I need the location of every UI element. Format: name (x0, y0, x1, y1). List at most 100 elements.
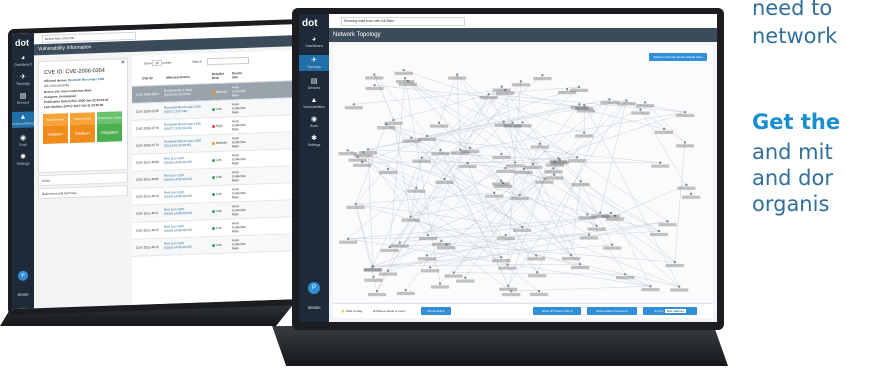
topology-node[interactable] (425, 254, 428, 257)
cve-id-cell[interactable]: CVE-2011-4611 (136, 211, 158, 216)
topology-node[interactable] (673, 260, 676, 264)
topology-node[interactable] (578, 103, 581, 106)
topology-node[interactable] (557, 157, 560, 160)
topology-node[interactable] (452, 271, 455, 274)
right-nav-settings[interactable]: ✱ Settings (299, 135, 329, 147)
topology-node[interactable] (538, 142, 541, 145)
topology-node[interactable] (521, 225, 524, 229)
topology-node[interactable] (415, 186, 418, 189)
topology-node[interactable] (352, 103, 355, 106)
topology-node[interactable] (552, 167, 555, 170)
topology-node[interactable] (373, 73, 376, 76)
topology-node[interactable] (643, 101, 647, 104)
device-cell[interactable]: Red Lion G09 (00:05:e4:0b:43:09) (164, 189, 210, 199)
topology-node[interactable] (386, 167, 390, 171)
topology-node[interactable] (649, 285, 652, 288)
topology-node[interactable] (685, 183, 688, 187)
topology-node[interactable] (521, 121, 524, 124)
left-nav-vulnerabilities[interactable]: ▲ Vulnerabilities (12, 111, 34, 129)
topology-node[interactable] (469, 146, 472, 150)
reset-graph-button[interactable]: Reset Graph (421, 307, 451, 315)
device-cell[interactable]: Rockwell MicroLogix 1400 (00:1d:9c:a6:e6… (164, 138, 210, 147)
device-cell[interactable]: Red Lion G09 (00:05:e4:0b:43:09) (164, 240, 210, 250)
topology-node[interactable] (514, 161, 517, 164)
topology-node[interactable] (577, 85, 581, 89)
topology-node[interactable] (553, 173, 556, 176)
left-nav-scan[interactable]: ◉ Scan (12, 134, 34, 147)
cve-id-cell[interactable]: CVE-2009-3770 (136, 126, 159, 131)
topology-node[interactable] (624, 273, 627, 276)
topology-node[interactable] (366, 148, 370, 151)
topology-node[interactable] (500, 152, 503, 156)
cve-id-cell[interactable]: CVE-2006-0354 (136, 92, 159, 97)
topology-graph[interactable] (333, 46, 713, 302)
topology-node[interactable] (522, 167, 525, 171)
cve-id-cell[interactable]: CVE-2011-4610 (136, 194, 159, 199)
topology-node[interactable] (502, 120, 505, 124)
left-nav-devices[interactable]: ▤ Devices (12, 92, 34, 105)
topology-node[interactable] (404, 77, 407, 80)
topology-node[interactable] (426, 234, 430, 237)
cvss-section[interactable]: CVSS (38, 172, 128, 187)
topology-node[interactable] (639, 108, 642, 111)
topology-node[interactable] (678, 285, 681, 288)
topology-node[interactable] (531, 162, 535, 166)
topology-node[interactable] (392, 118, 395, 122)
cve-id-cell[interactable]: CVE-2011-4612 (136, 228, 159, 233)
topology-node[interactable] (579, 180, 582, 183)
topology-node[interactable] (662, 127, 666, 131)
cve-id-cell[interactable]: CVE-2009-0735 (136, 109, 159, 114)
topology-node[interactable] (499, 179, 503, 182)
right-nav-vulnerabilities[interactable]: ▲ Vulnerabilities (299, 97, 329, 109)
topology-node[interactable] (354, 202, 357, 206)
topology-node[interactable] (537, 289, 541, 293)
cve-id-cell[interactable]: CVE-2009-3772 (136, 143, 159, 148)
right-nav-topology[interactable]: ✈ Topology (299, 55, 329, 71)
device-cell[interactable]: Rockwell MLX 1100 (00:1d:9c:a6:e6:fb) (164, 87, 210, 97)
topology-node[interactable] (609, 211, 613, 215)
topology-node[interactable] (666, 220, 669, 223)
topology-node[interactable] (440, 239, 443, 243)
topology-node[interactable] (536, 271, 539, 274)
topology-node[interactable] (428, 266, 432, 269)
topology-node[interactable] (657, 229, 661, 233)
right-nav-scan[interactable]: ◉ Scan (299, 116, 329, 128)
topology-node[interactable] (410, 136, 413, 139)
topology-node[interactable] (347, 237, 350, 241)
topology-node[interactable] (373, 83, 376, 87)
topology-node[interactable] (398, 241, 401, 244)
left-user-avatar[interactable]: P (18, 270, 28, 281)
topology-node[interactable] (569, 254, 573, 257)
right-site-selector[interactable]: Showing data from site: All Sites (341, 17, 465, 26)
topology-node[interactable] (510, 290, 513, 293)
cve-id-cell[interactable]: CVE-2011-4500 (136, 160, 159, 165)
left-nav-topology[interactable]: ✈ Topology (12, 73, 34, 86)
topology-node[interactable] (493, 191, 496, 195)
topology-node[interactable] (356, 155, 359, 158)
table-search-input[interactable] (207, 56, 249, 66)
topology-node[interactable] (362, 151, 365, 154)
topology-node[interactable] (425, 134, 429, 138)
cve-id-cell[interactable]: CVE-2011-4613 (136, 245, 159, 250)
topology-node[interactable] (595, 224, 598, 227)
purdue-view-button[interactable]: Switch to Purdue Device Model View (649, 53, 707, 61)
topology-node[interactable] (506, 263, 509, 266)
topology-node[interactable] (500, 256, 503, 259)
references-section[interactable]: References and Summary (38, 185, 128, 200)
topology-node[interactable] (519, 80, 522, 83)
topology-node[interactable] (611, 243, 614, 246)
right-nav-dashboard[interactable]: ◕ Dashboard (299, 36, 329, 48)
topology-node[interactable] (599, 211, 602, 214)
device-cell[interactable]: Red Lion G09 (00:05:e4:0b:43:09) (164, 223, 210, 233)
topology-node[interactable] (443, 177, 446, 181)
topology-node[interactable] (438, 282, 442, 285)
topology-node[interactable] (409, 215, 412, 218)
topology-node[interactable] (659, 161, 662, 164)
topology-node[interactable] (584, 106, 588, 109)
topology-node[interactable] (578, 262, 582, 266)
topology-node[interactable] (456, 73, 459, 76)
topology-node[interactable] (372, 275, 375, 279)
topology-node[interactable] (371, 265, 374, 268)
topology-node[interactable] (487, 93, 490, 96)
topology-node[interactable] (683, 141, 687, 144)
